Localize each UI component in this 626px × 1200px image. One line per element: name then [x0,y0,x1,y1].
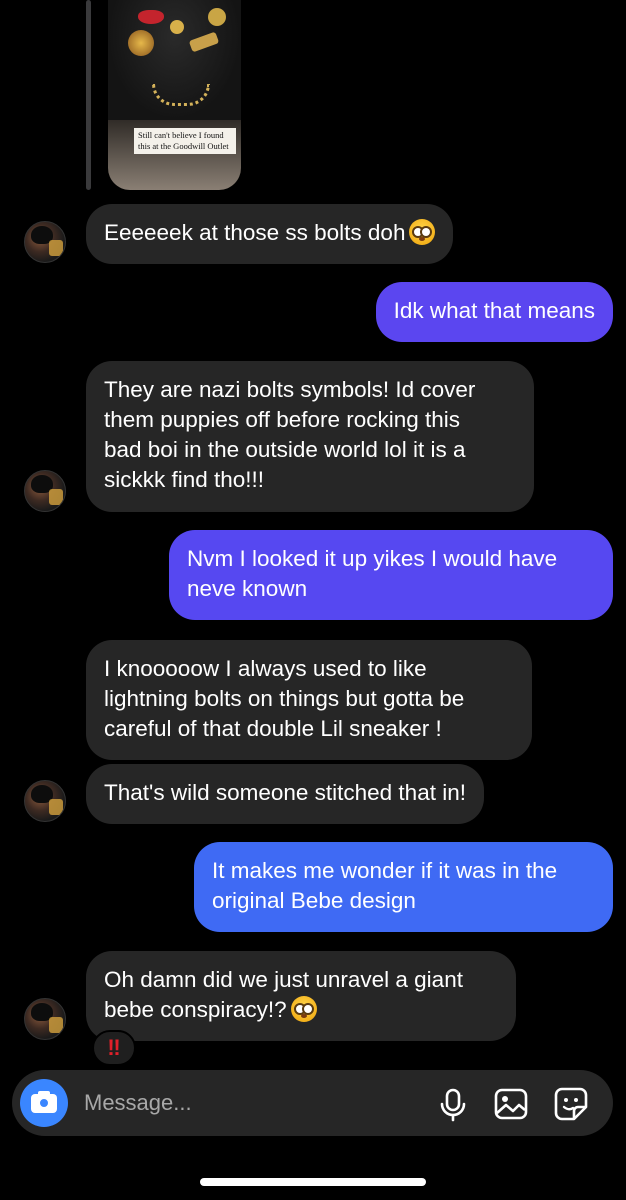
message-text: Idk what that means [393,298,595,323]
message-line: sickkk find tho!!! [104,467,265,492]
message-bubble-incoming[interactable]: That's wild someone stitched that in! [86,764,484,824]
message-line: Nvm I looked it up yikes I would have [187,546,558,571]
message-line: them puppies off before rocking this [104,407,461,432]
message-line: Oh damn did we just unravel a giant [104,967,463,992]
microphone-icon[interactable] [434,1085,472,1123]
message-line: careful of that double Lil sneaker ! [104,716,442,741]
message-bubble-incoming[interactable]: Eeeeeek at those ss bolts doh [86,204,454,264]
message-line: lightning bolts on things but gotta be [104,686,465,711]
gallery-icon[interactable] [492,1085,530,1123]
message-composer [12,1070,613,1136]
double-exclamation-reaction[interactable]: ‼ [92,1030,136,1066]
message-line: They are nazi bolts symbols! Id cover [104,377,476,402]
message-bubble-outgoing[interactable]: Nvm I looked it up yikes I would have ne… [169,530,613,620]
sender-avatar[interactable] [24,221,66,263]
sender-avatar[interactable] [24,998,66,1040]
flushed-face-emoji-icon [409,219,436,245]
tiger-patch [128,30,154,56]
shared-story-image[interactable]: Still can't believe I found this at the … [108,0,241,190]
bolt-patch [188,31,220,53]
gold-chain [152,84,210,106]
round-patch [208,8,226,26]
camera-icon[interactable] [20,1079,68,1127]
message-bubble-incoming[interactable]: I knooooow I always used to like lightni… [86,640,532,760]
reply-indicator-bar [86,0,91,190]
dm-thread-screen: Still can't believe I found this at the … [0,0,626,1200]
message-bubble-incoming[interactable]: They are nazi bolts symbols! Id cover th… [86,361,534,512]
message-line: original Bebe design [212,888,416,913]
flushed-face-emoji-icon [290,996,317,1022]
message-bubble-outgoing[interactable]: Idk what that means [375,282,613,342]
message-bubble-outgoing[interactable]: It makes me wonder if it was in the orig… [194,842,613,932]
message-line: bebe conspiracy!? [104,997,287,1022]
message-text: Eeeeeek at those ss bolts doh [104,220,406,245]
backpack-photo [108,0,241,120]
message-line: I knooooow I always used to like [104,656,427,681]
sender-avatar[interactable] [24,780,66,822]
star-patch [170,20,184,34]
lips-patch [138,10,164,24]
message-text: That's wild someone stitched that in! [104,780,466,805]
sticker-icon[interactable] [552,1085,590,1123]
message-input[interactable] [84,1088,384,1118]
message-bubble-incoming[interactable]: Oh damn did we just unravel a giant bebe… [86,951,516,1041]
message-line: It makes me wonder if it was in the [212,858,558,883]
sender-avatar[interactable] [24,470,66,512]
message-line: neve known [187,576,308,601]
home-indicator[interactable] [200,1178,426,1186]
story-caption: Still can't believe I found this at the … [134,128,236,154]
message-line: bad boi in the outside world lol it is a [104,437,466,462]
